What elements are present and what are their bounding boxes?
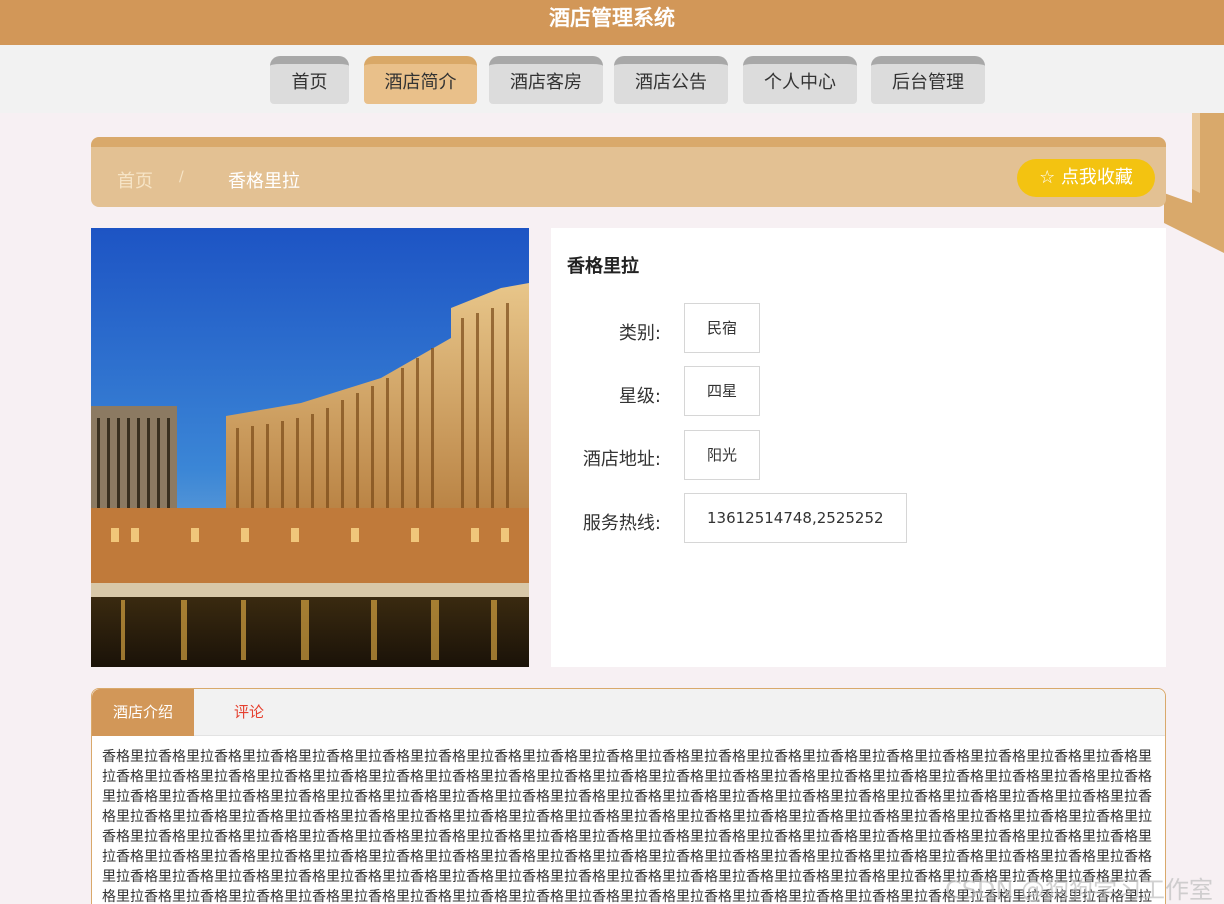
- breadcrumb-home[interactable]: 首页: [117, 167, 153, 193]
- hotel-info-panel: 香格里拉 类别: 民宿 星级: 四星 酒店地址: 阳光 服务热线: 136125…: [551, 228, 1166, 667]
- star-outline-icon: ☆: [1039, 167, 1056, 188]
- address-label: 酒店地址:: [582, 449, 661, 470]
- hotline-value: 13612514748,2525252: [684, 493, 907, 543]
- corner-decoration: [1164, 113, 1224, 253]
- tab-comments[interactable]: 评论: [194, 689, 304, 736]
- favorite-button-label: 点我收藏: [1060, 167, 1133, 188]
- nav-personal-center[interactable]: 个人中心: [743, 56, 857, 104]
- nav-home[interactable]: 首页: [270, 56, 349, 104]
- category-value: 民宿: [684, 303, 761, 353]
- nav-admin[interactable]: 后台管理: [871, 56, 985, 104]
- app-title: 酒店管理系统: [549, 6, 675, 30]
- nav-hotel-intro[interactable]: 酒店简介: [364, 56, 477, 104]
- address-value: 阳光: [684, 430, 761, 480]
- hotel-name: 香格里拉: [567, 256, 639, 277]
- nav-hotel-rooms[interactable]: 酒店客房: [489, 56, 603, 104]
- breadcrumb-bar: 首页 / 香格里拉 ☆ 点我收藏: [91, 137, 1166, 207]
- watermark: CSDN @狗狗学习工作室: [945, 876, 1214, 904]
- breadcrumb-current: 香格里拉: [228, 171, 300, 192]
- nav-hotel-notices[interactable]: 酒店公告: [614, 56, 728, 104]
- star-level-label: 星级:: [618, 386, 661, 407]
- tab-hotel-intro[interactable]: 酒店介绍: [92, 689, 194, 736]
- main-nav: 首页 酒店简介 酒店客房 酒店公告 个人中心 后台管理: [0, 45, 1224, 113]
- category-label: 类别:: [618, 323, 661, 344]
- top-header: 酒店管理系统: [0, 0, 1224, 45]
- breadcrumb-separator: /: [179, 169, 184, 185]
- hotline-label: 服务热线:: [582, 513, 661, 534]
- star-level-value: 四星: [684, 366, 761, 416]
- favorite-button[interactable]: ☆ 点我收藏: [1017, 159, 1155, 197]
- tab-header: 酒店介绍 评论: [92, 689, 1165, 736]
- hotel-photo: [91, 228, 529, 667]
